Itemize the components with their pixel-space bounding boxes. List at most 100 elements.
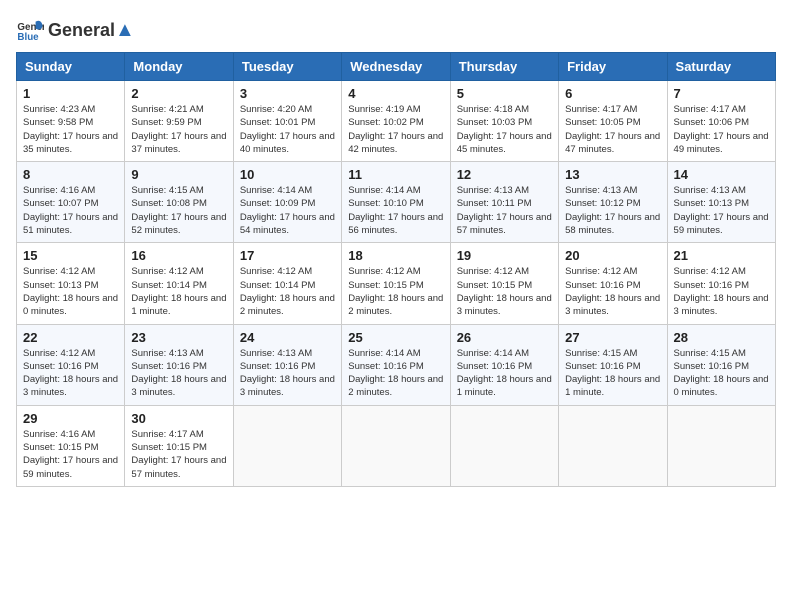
calendar-cell: 8 Sunrise: 4:16 AMSunset: 10:07 PMDaylig… <box>17 162 125 243</box>
calendar-cell: 22 Sunrise: 4:12 AMSunset: 10:16 PMDayli… <box>17 324 125 405</box>
day-number: 15 <box>23 248 118 263</box>
day-info: Sunrise: 4:12 AMSunset: 10:15 PMDaylight… <box>457 265 552 318</box>
day-info: Sunrise: 4:12 AMSunset: 10:15 PMDaylight… <box>348 265 443 318</box>
day-number: 9 <box>131 167 226 182</box>
calendar-cell: 6 Sunrise: 4:17 AMSunset: 10:05 PMDaylig… <box>559 81 667 162</box>
day-number: 26 <box>457 330 552 345</box>
day-info: Sunrise: 4:16 AMSunset: 10:07 PMDaylight… <box>23 184 118 237</box>
day-number: 18 <box>348 248 443 263</box>
week-row-1: 1 Sunrise: 4:23 AMSunset: 9:58 PMDayligh… <box>17 81 776 162</box>
weekday-header-thursday: Thursday <box>450 53 558 81</box>
day-info: Sunrise: 4:15 AMSunset: 10:08 PMDaylight… <box>131 184 226 237</box>
day-info: Sunrise: 4:13 AMSunset: 10:16 PMDaylight… <box>131 347 226 400</box>
week-row-3: 15 Sunrise: 4:12 AMSunset: 10:13 PMDayli… <box>17 243 776 324</box>
day-info: Sunrise: 4:12 AMSunset: 10:16 PMDaylight… <box>674 265 769 318</box>
calendar-cell: 26 Sunrise: 4:14 AMSunset: 10:16 PMDayli… <box>450 324 558 405</box>
day-number: 10 <box>240 167 335 182</box>
calendar-cell: 1 Sunrise: 4:23 AMSunset: 9:58 PMDayligh… <box>17 81 125 162</box>
calendar-cell: 11 Sunrise: 4:14 AMSunset: 10:10 PMDayli… <box>342 162 450 243</box>
calendar-cell: 18 Sunrise: 4:12 AMSunset: 10:15 PMDayli… <box>342 243 450 324</box>
weekday-header-saturday: Saturday <box>667 53 775 81</box>
calendar-cell <box>342 405 450 486</box>
day-info: Sunrise: 4:17 AMSunset: 10:06 PMDaylight… <box>674 103 769 156</box>
day-number: 1 <box>23 86 118 101</box>
day-info: Sunrise: 4:15 AMSunset: 10:16 PMDaylight… <box>565 347 660 400</box>
day-info: Sunrise: 4:12 AMSunset: 10:14 PMDaylight… <box>131 265 226 318</box>
day-number: 12 <box>457 167 552 182</box>
calendar-cell <box>559 405 667 486</box>
day-number: 27 <box>565 330 660 345</box>
logo: General Blue General▲ <box>16 16 135 44</box>
day-info: Sunrise: 4:20 AMSunset: 10:01 PMDaylight… <box>240 103 335 156</box>
day-number: 3 <box>240 86 335 101</box>
day-info: Sunrise: 4:13 AMSunset: 10:11 PMDaylight… <box>457 184 552 237</box>
day-info: Sunrise: 4:12 AMSunset: 10:13 PMDaylight… <box>23 265 118 318</box>
day-number: 7 <box>674 86 769 101</box>
calendar-cell: 13 Sunrise: 4:13 AMSunset: 10:12 PMDayli… <box>559 162 667 243</box>
calendar-cell: 24 Sunrise: 4:13 AMSunset: 10:16 PMDayli… <box>233 324 341 405</box>
calendar-cell: 9 Sunrise: 4:15 AMSunset: 10:08 PMDaylig… <box>125 162 233 243</box>
calendar-cell: 28 Sunrise: 4:15 AMSunset: 10:16 PMDayli… <box>667 324 775 405</box>
day-number: 11 <box>348 167 443 182</box>
day-number: 21 <box>674 248 769 263</box>
week-row-2: 8 Sunrise: 4:16 AMSunset: 10:07 PMDaylig… <box>17 162 776 243</box>
day-number: 30 <box>131 411 226 426</box>
week-row-5: 29 Sunrise: 4:16 AMSunset: 10:15 PMDayli… <box>17 405 776 486</box>
day-number: 4 <box>348 86 443 101</box>
day-info: Sunrise: 4:14 AMSunset: 10:16 PMDaylight… <box>348 347 443 400</box>
day-number: 28 <box>674 330 769 345</box>
calendar-cell <box>450 405 558 486</box>
day-number: 8 <box>23 167 118 182</box>
calendar-cell <box>667 405 775 486</box>
day-info: Sunrise: 4:13 AMSunset: 10:16 PMDaylight… <box>240 347 335 400</box>
weekday-header-sunday: Sunday <box>17 53 125 81</box>
calendar-cell: 3 Sunrise: 4:20 AMSunset: 10:01 PMDaylig… <box>233 81 341 162</box>
day-number: 25 <box>348 330 443 345</box>
day-number: 17 <box>240 248 335 263</box>
calendar-cell: 16 Sunrise: 4:12 AMSunset: 10:14 PMDayli… <box>125 243 233 324</box>
day-number: 14 <box>674 167 769 182</box>
day-info: Sunrise: 4:16 AMSunset: 10:15 PMDaylight… <box>23 428 118 481</box>
calendar-table: SundayMondayTuesdayWednesdayThursdayFrid… <box>16 52 776 487</box>
day-info: Sunrise: 4:13 AMSunset: 10:12 PMDaylight… <box>565 184 660 237</box>
svg-text:Blue: Blue <box>17 32 39 43</box>
weekday-header-monday: Monday <box>125 53 233 81</box>
calendar-cell: 14 Sunrise: 4:13 AMSunset: 10:13 PMDayli… <box>667 162 775 243</box>
day-info: Sunrise: 4:17 AMSunset: 10:05 PMDaylight… <box>565 103 660 156</box>
day-number: 6 <box>565 86 660 101</box>
calendar-cell: 25 Sunrise: 4:14 AMSunset: 10:16 PMDayli… <box>342 324 450 405</box>
day-info: Sunrise: 4:17 AMSunset: 10:15 PMDaylight… <box>131 428 226 481</box>
weekday-header-row: SundayMondayTuesdayWednesdayThursdayFrid… <box>17 53 776 81</box>
day-number: 22 <box>23 330 118 345</box>
week-row-4: 22 Sunrise: 4:12 AMSunset: 10:16 PMDayli… <box>17 324 776 405</box>
day-info: Sunrise: 4:15 AMSunset: 10:16 PMDaylight… <box>674 347 769 400</box>
weekday-header-friday: Friday <box>559 53 667 81</box>
page-header: General Blue General▲ <box>16 16 776 44</box>
calendar-cell: 5 Sunrise: 4:18 AMSunset: 10:03 PMDaylig… <box>450 81 558 162</box>
day-number: 29 <box>23 411 118 426</box>
day-number: 19 <box>457 248 552 263</box>
day-info: Sunrise: 4:14 AMSunset: 10:09 PMDaylight… <box>240 184 335 237</box>
day-info: Sunrise: 4:12 AMSunset: 10:16 PMDaylight… <box>565 265 660 318</box>
calendar-cell: 23 Sunrise: 4:13 AMSunset: 10:16 PMDayli… <box>125 324 233 405</box>
day-info: Sunrise: 4:19 AMSunset: 10:02 PMDaylight… <box>348 103 443 156</box>
day-number: 13 <box>565 167 660 182</box>
day-number: 2 <box>131 86 226 101</box>
calendar-cell: 15 Sunrise: 4:12 AMSunset: 10:13 PMDayli… <box>17 243 125 324</box>
day-info: Sunrise: 4:14 AMSunset: 10:16 PMDaylight… <box>457 347 552 400</box>
weekday-header-tuesday: Tuesday <box>233 53 341 81</box>
calendar-cell: 27 Sunrise: 4:15 AMSunset: 10:16 PMDayli… <box>559 324 667 405</box>
day-info: Sunrise: 4:21 AMSunset: 9:59 PMDaylight:… <box>131 103 226 156</box>
day-number: 24 <box>240 330 335 345</box>
day-info: Sunrise: 4:14 AMSunset: 10:10 PMDaylight… <box>348 184 443 237</box>
day-info: Sunrise: 4:12 AMSunset: 10:16 PMDaylight… <box>23 347 118 400</box>
day-number: 23 <box>131 330 226 345</box>
day-info: Sunrise: 4:23 AMSunset: 9:58 PMDaylight:… <box>23 103 118 156</box>
calendar-cell: 10 Sunrise: 4:14 AMSunset: 10:09 PMDayli… <box>233 162 341 243</box>
calendar-cell: 17 Sunrise: 4:12 AMSunset: 10:14 PMDayli… <box>233 243 341 324</box>
day-info: Sunrise: 4:12 AMSunset: 10:14 PMDaylight… <box>240 265 335 318</box>
calendar-cell: 12 Sunrise: 4:13 AMSunset: 10:11 PMDayli… <box>450 162 558 243</box>
calendar-cell: 30 Sunrise: 4:17 AMSunset: 10:15 PMDayli… <box>125 405 233 486</box>
day-number: 5 <box>457 86 552 101</box>
calendar-cell <box>233 405 341 486</box>
